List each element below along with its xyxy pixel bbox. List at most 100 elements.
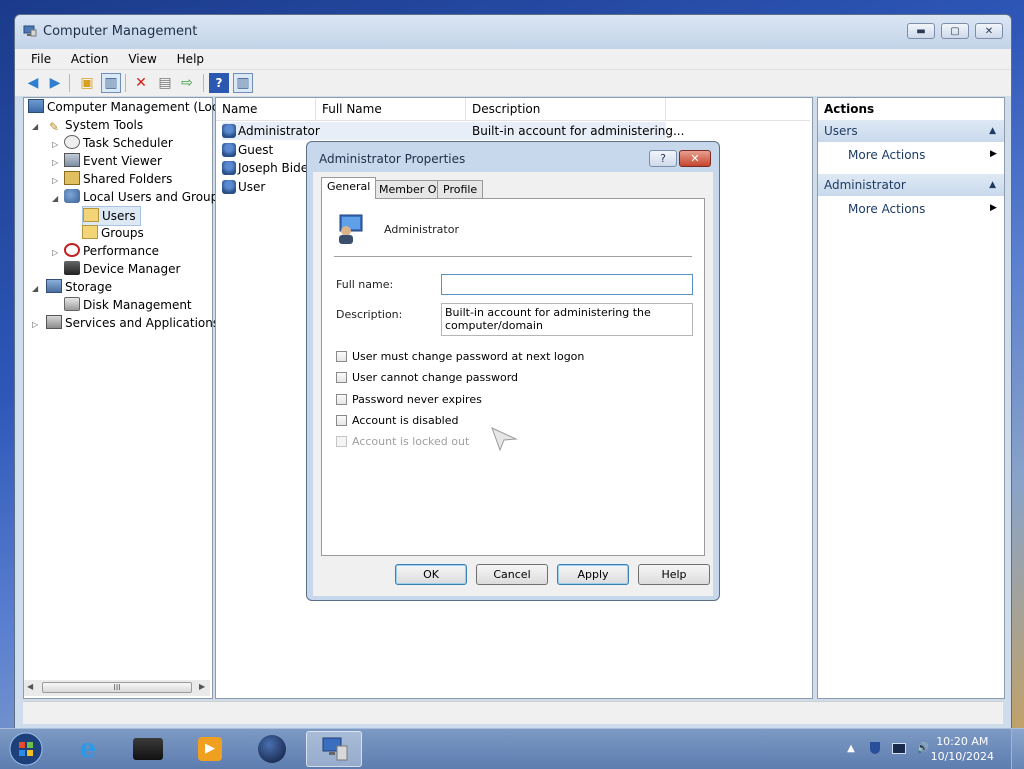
computer-management-icon	[23, 25, 37, 37]
minimize-button[interactable]: ▬	[907, 23, 935, 39]
more-actions-users[interactable]: More Actions ▶	[848, 148, 998, 162]
table-row[interactable]: Joseph Biden	[222, 159, 316, 177]
expand-arrow-icon[interactable]: ▷	[52, 176, 58, 185]
checkbox-box[interactable]	[336, 371, 347, 383]
actions-section-users[interactable]: Users ▲	[818, 120, 1004, 142]
taskbar-explorer[interactable]	[120, 731, 176, 767]
start-button[interactable]	[0, 731, 52, 767]
column-header-description[interactable]: Description	[466, 98, 666, 120]
account-name: Administrator	[384, 223, 459, 236]
actions-section-administrator[interactable]: Administrator ▲	[818, 174, 1004, 196]
collapse-arrow-icon[interactable]: ◢	[52, 194, 58, 203]
tree-horizontal-scrollbar[interactable]: ◀ III ▶	[24, 680, 210, 696]
menu-view[interactable]: View	[120, 49, 164, 69]
help-button[interactable]: Help	[638, 564, 710, 585]
tab-member-of[interactable]: Member Of	[373, 180, 447, 198]
tree-item-task-scheduler[interactable]: Task Scheduler	[64, 134, 173, 152]
tree-item-storage[interactable]: Storage	[46, 278, 112, 296]
column-header-name[interactable]: Name	[216, 98, 316, 120]
collapse-arrow-icon[interactable]: ◢	[32, 284, 38, 293]
tree-item-services-and-applications[interactable]: Services and Applications	[46, 314, 219, 332]
tree-item-performance[interactable]: Performance	[64, 242, 159, 260]
up-folder-icon[interactable]: ▣	[77, 73, 97, 93]
collapse-arrow-icon[interactable]: ▲	[989, 174, 996, 196]
tree-item-shared-folders[interactable]: Shared Folders	[64, 170, 172, 188]
export-list-icon[interactable]: ⇨	[177, 73, 197, 93]
apply-button[interactable]: Apply	[557, 564, 629, 585]
show-tree-icon[interactable]: ▥	[101, 73, 121, 93]
volume-icon[interactable]: 🔊	[916, 741, 930, 755]
delete-icon[interactable]: ✕	[131, 73, 151, 93]
table-row[interactable]: User	[222, 178, 265, 196]
collapse-arrow-icon[interactable]: ◢	[32, 122, 38, 131]
checkbox-account-disabled[interactable]: Account is disabled	[336, 412, 459, 428]
menu-file[interactable]: File	[23, 49, 59, 69]
tree-item-disk-management[interactable]: Disk Management	[64, 296, 192, 314]
checkbox-must-change-password[interactable]: User must change password at next logon	[336, 348, 584, 364]
menu-help[interactable]: Help	[169, 49, 212, 69]
dialog-help-button[interactable]: ?	[649, 150, 677, 167]
taskbar: e ▶ ▲ 🔊 10:20 AM 10/10/2024	[0, 728, 1024, 769]
dialog-close-button[interactable]: ✕	[679, 150, 711, 167]
tree-item-groups[interactable]: Groups	[82, 224, 144, 242]
full-name-input[interactable]	[441, 274, 693, 295]
tab-general[interactable]: General	[321, 177, 377, 199]
shared-folder-icon	[64, 171, 80, 185]
maximize-button[interactable]: ▢	[941, 23, 969, 39]
cancel-button[interactable]: Cancel	[476, 564, 548, 585]
clock-date: 10/10/2024	[930, 750, 994, 763]
tree-item-computer-management[interactable]: Computer Management (Local	[28, 98, 229, 116]
title-bar[interactable]: Computer Management ▬ ▢ ✕	[15, 15, 1011, 49]
expand-arrow-icon[interactable]: ▷	[52, 158, 58, 167]
collapse-arrow-icon[interactable]: ▲	[989, 120, 996, 142]
ok-button[interactable]: OK	[395, 564, 467, 585]
tree-item-users[interactable]: Users	[82, 206, 141, 226]
description-input[interactable]: Built-in account for administering the c…	[441, 303, 693, 336]
more-actions-administrator[interactable]: More Actions ▶	[848, 202, 998, 216]
back-arrow-icon[interactable]: ◀	[23, 73, 43, 93]
checkbox-cannot-change-password[interactable]: User cannot change password	[336, 369, 518, 385]
taskbar-internet-explorer[interactable]: e	[60, 731, 116, 767]
checkbox-box[interactable]	[336, 414, 347, 426]
expand-arrow-icon[interactable]: ▷	[32, 320, 38, 329]
taskbar-computer-management[interactable]	[306, 731, 362, 767]
column-header-full-name[interactable]: Full Name	[316, 98, 466, 120]
tree-item-device-manager[interactable]: Device Manager	[64, 260, 180, 278]
menu-bar: File Action View Help	[15, 49, 1011, 69]
menu-action[interactable]: Action	[63, 49, 117, 69]
tab-profile[interactable]: Profile	[437, 180, 484, 198]
scroll-thumb[interactable]: III	[42, 682, 192, 693]
tray-expand-icon[interactable]: ▲	[844, 741, 858, 755]
checkbox-box[interactable]	[336, 350, 347, 362]
scroll-right-icon[interactable]: ▶	[199, 682, 205, 691]
checkbox-label: User cannot change password	[352, 370, 519, 384]
scroll-left-icon[interactable]: ◀	[27, 682, 33, 691]
system-clock[interactable]: 10:20 AM 10/10/2024	[931, 734, 994, 764]
show-action-pane-icon[interactable]: ▥	[233, 73, 253, 93]
expand-arrow-icon[interactable]: ▷	[52, 248, 58, 257]
full-name-label: Full name:	[336, 278, 394, 291]
globe-icon	[258, 735, 286, 763]
toolbar: ◀ ▶ ▣ ▥ ✕ ▤ ⇨ ? ▥	[15, 69, 1011, 96]
properties-icon[interactable]: ▤	[155, 73, 175, 93]
tree-item-event-viewer[interactable]: Event Viewer	[64, 152, 162, 170]
help-icon[interactable]: ?	[209, 73, 229, 93]
close-button[interactable]: ✕	[975, 23, 1003, 39]
taskbar-media-player[interactable]: ▶	[182, 731, 238, 767]
expand-arrow-icon[interactable]: ▷	[52, 140, 58, 149]
table-row[interactable]: Administrator Built-in account for admin…	[222, 122, 684, 140]
tree-item-system-tools[interactable]: ✎ System Tools	[46, 116, 143, 134]
show-desktop-button[interactable]	[1011, 729, 1024, 769]
forward-arrow-icon[interactable]: ▶	[45, 73, 65, 93]
checkbox-password-never-expires[interactable]: Password never expires	[336, 391, 482, 407]
network-icon[interactable]	[892, 741, 906, 755]
general-tab-page: Administrator Full name: Description: Bu…	[321, 198, 705, 556]
checkbox-box[interactable]	[336, 393, 347, 405]
section-title: Administrator	[824, 178, 906, 192]
windows-logo-icon	[9, 732, 43, 766]
tree-item-local-users-and-groups[interactable]: Local Users and Groups	[64, 188, 225, 206]
table-row[interactable]: Guest	[222, 141, 273, 159]
taskbar-globe-app[interactable]	[244, 731, 300, 767]
action-center-icon[interactable]	[868, 741, 882, 755]
checkbox-box	[336, 435, 347, 447]
